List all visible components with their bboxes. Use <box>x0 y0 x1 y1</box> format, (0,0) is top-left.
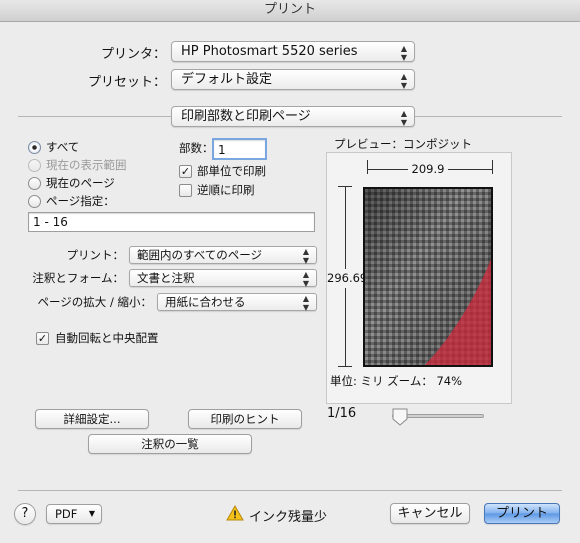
updown-arrows-icon: ▲ ▼ <box>302 270 310 288</box>
dim-line-right <box>448 169 492 170</box>
reverse-label: 逆順に印刷 <box>197 183 255 197</box>
updown-arrows-icon: ▲ ▼ <box>400 72 408 90</box>
radio-current-page-label: 現在のページ <box>46 176 115 190</box>
section-value: 印刷部数と印刷ページ <box>181 109 311 124</box>
radio-all-label: すべて <box>46 140 80 154</box>
pdf-label: PDF <box>55 507 78 521</box>
preset-label: プリセット： <box>87 75 166 90</box>
warning-triangle-icon <box>226 505 244 521</box>
print-option-label: プリント： <box>66 248 125 262</box>
dim-tick-right <box>492 160 493 174</box>
annot-label: 注釈とフォーム： <box>32 271 124 285</box>
updown-arrows-icon: ▲ ▼ <box>400 44 408 62</box>
print-option-popup[interactable]: 範囲内のすべてのページ ▲ ▼ <box>129 246 317 265</box>
printer-label: プリンタ： <box>100 47 166 62</box>
checkbox-check-icon[interactable]: ✓ <box>36 332 49 345</box>
preset-popup[interactable]: デフォルト設定 ▲ ▼ <box>171 69 415 90</box>
preview-page <box>363 187 493 367</box>
radio-page-spec[interactable] <box>28 195 41 208</box>
page-slider-thumb[interactable] <box>392 408 408 426</box>
dim-line-bottom <box>345 288 346 366</box>
details-button[interactable]: 詳細設定... <box>35 409 149 429</box>
chevron-down-icon: ▼ <box>88 509 95 518</box>
dim-line-left <box>368 169 408 170</box>
scale-value: 用紙に合わせる <box>165 295 246 309</box>
preview-title: プレビュー：コンポジット <box>334 137 472 151</box>
pdf-menu-button[interactable]: PDF ▼ <box>46 504 102 524</box>
annotations-button[interactable]: 注釈の一覧 <box>88 434 252 454</box>
preset-value: デフォルト設定 <box>181 72 273 87</box>
page-counter: 1/16 <box>327 406 357 421</box>
status-text: インク残量少 <box>249 510 328 525</box>
preview-height: 296.69 <box>327 271 368 285</box>
dim-tick-bottom <box>338 366 352 367</box>
preview-unit-zoom: 単位: ミリ ズーム： 74% <box>330 374 463 388</box>
preview-width: 209.9 <box>411 162 445 176</box>
copies-label: 部数： <box>179 141 214 155</box>
radio-selected-icon[interactable] <box>28 141 41 154</box>
updown-arrows-icon: ▲ ▼ <box>302 294 310 312</box>
printer-value: HP Photosmart 5520 series <box>181 44 358 59</box>
radio-current-page[interactable] <box>28 177 41 190</box>
collate-label: 部単位で印刷 <box>197 164 266 178</box>
radio-current-range-label: 現在の表示範囲 <box>46 158 127 172</box>
printer-popup[interactable]: HP Photosmart 5520 series ▲ ▼ <box>171 41 415 62</box>
reverse-checkbox[interactable] <box>179 184 192 197</box>
print-button[interactable]: プリント <box>484 503 560 524</box>
updown-arrows-icon: ▲ ▼ <box>302 247 310 265</box>
radio-current-range <box>28 159 41 172</box>
bottom-separator <box>18 490 562 491</box>
preview-image <box>365 189 491 365</box>
dim-tick-left <box>367 160 368 174</box>
checkbox-check-icon[interactable]: ✓ <box>179 165 192 178</box>
updown-arrows-icon: ▲ ▼ <box>400 109 408 127</box>
page-range-field[interactable]: 1 - 16 <box>28 212 315 232</box>
window-title: プリント <box>0 0 580 22</box>
auto-rotate-label: 自動回転と中央配置 <box>55 331 159 345</box>
annot-popup[interactable]: 文書と注釈 ▲ ▼ <box>129 269 317 288</box>
hints-button[interactable]: 印刷のヒント <box>188 409 302 429</box>
scale-popup[interactable]: 用紙に合わせる ▲ ▼ <box>157 293 317 312</box>
annot-value: 文書と注釈 <box>137 271 195 285</box>
dim-line-top <box>345 187 346 269</box>
copies-field[interactable]: 1 <box>212 138 267 160</box>
scale-label: ページの拡大 / 縮小： <box>37 295 152 309</box>
cancel-button[interactable]: キャンセル <box>390 503 470 524</box>
section-popup[interactable]: 印刷部数と印刷ページ ▲ ▼ <box>171 106 415 127</box>
help-button[interactable]: ? <box>14 503 36 525</box>
print-option-value: 範囲内のすべてのページ <box>137 248 263 262</box>
radio-page-spec-label: ページ指定： <box>46 194 115 208</box>
